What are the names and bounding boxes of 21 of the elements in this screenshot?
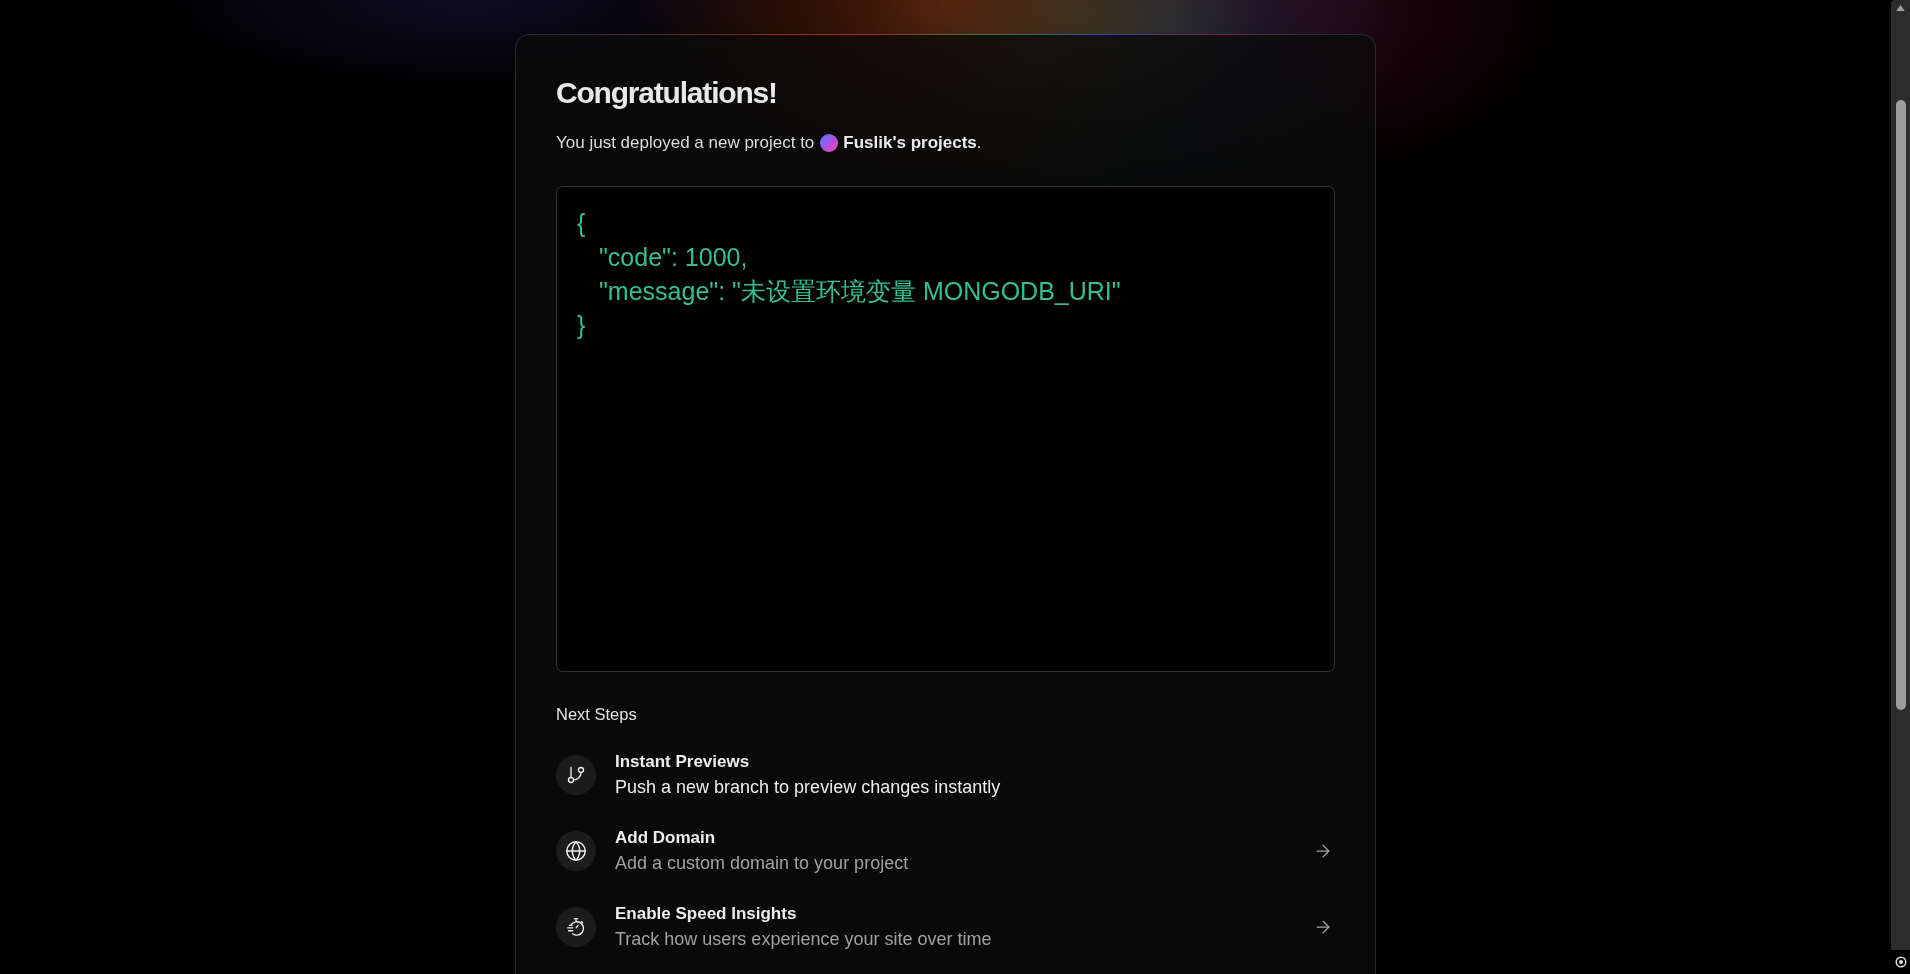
step-description: Add a custom domain to your project: [615, 852, 909, 875]
scroll-up-arrow-icon[interactable]: [1896, 5, 1905, 11]
stopwatch-icon: [556, 907, 596, 947]
next-steps-heading: Next Steps: [556, 704, 637, 725]
step-title[interactable]: Add Domain: [615, 826, 716, 850]
branch-icon: [556, 755, 596, 795]
team-avatar-icon: [820, 134, 839, 152]
globe-icon: [556, 831, 596, 871]
deploy-message: You just deployed a new project to: [556, 132, 815, 154]
step-title[interactable]: Enable Speed Insights: [615, 902, 797, 926]
step-description: Track how users experience your site over time: [615, 928, 992, 951]
congratulations-title: Congratulations!: [556, 75, 777, 111]
code-line: {: [577, 208, 586, 239]
scrollbar-thumb[interactable]: [1895, 100, 1906, 710]
team-name[interactable]: Fuslik's projects.: [843, 130, 982, 156]
step-title[interactable]: Instant Previews: [615, 750, 750, 774]
code-line: "message": "未设置环境变量 MONGODB_URI": [599, 276, 1121, 307]
target-icon[interactable]: [1894, 956, 1907, 968]
code-line: "code": 1000,: [599, 242, 748, 273]
code-line: }: [577, 310, 586, 341]
step-description: Push a new branch to preview changes instantly: [615, 776, 1001, 799]
